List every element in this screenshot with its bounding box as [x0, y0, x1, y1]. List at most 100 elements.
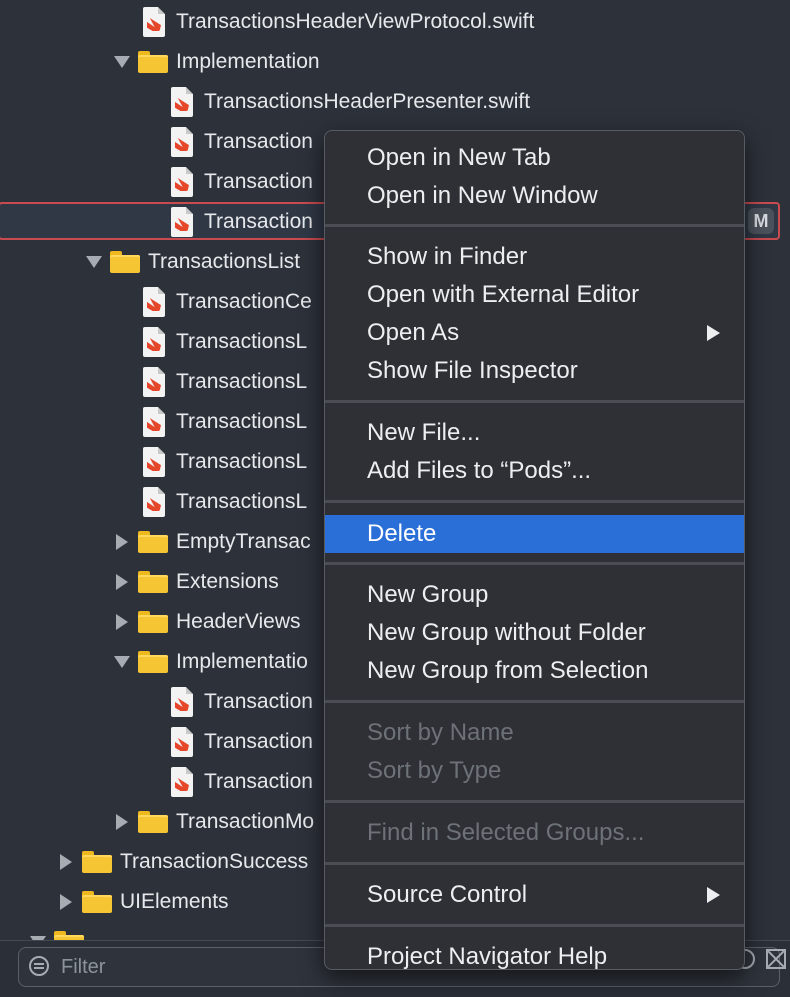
menu-separator: [325, 500, 744, 503]
swift-file-icon: [143, 287, 165, 317]
tree-row-label: HeaderViews: [176, 610, 301, 633]
menu-item-label: Project Navigator Help: [367, 943, 608, 970]
tree-row-label: Transaction: [204, 730, 313, 753]
swift-file-icon: [171, 167, 193, 197]
folder-icon: [110, 251, 140, 273]
menu-item-sort-by-type: Sort by Type: [325, 752, 744, 790]
tree-row-label: TransactionsL: [176, 370, 308, 393]
menu-item-new-group-from-selection[interactable]: New Group from Selection: [325, 652, 744, 690]
menu-separator: [325, 924, 744, 927]
menu-item-show-file-inspector[interactable]: Show File Inspector: [325, 352, 744, 390]
swift-file-icon: [143, 487, 165, 517]
swift-file-icon: [171, 127, 193, 157]
submenu-arrow-icon: [707, 887, 720, 903]
disclosure-open-icon[interactable]: [86, 256, 102, 268]
menu-item-label: Find in Selected Groups...: [367, 819, 645, 846]
swift-file-icon: [143, 327, 165, 357]
menu-item-label: Open with External Editor: [367, 281, 640, 308]
tree-row-file[interactable]: TransactionsHeaderViewProtocol.swift: [0, 2, 790, 42]
folder-icon: [138, 611, 168, 633]
disclosure-closed-icon[interactable]: [116, 574, 128, 590]
menu-item-label: New Group: [367, 581, 489, 608]
swift-file-icon: [171, 687, 193, 717]
swift-file-icon: [171, 727, 193, 757]
menu-item-label: New File...: [367, 419, 481, 446]
tree-row-label: TransactionsL: [176, 490, 308, 513]
folder-icon: [82, 851, 112, 873]
menu-item-open-in-new-window[interactable]: Open in New Window: [325, 177, 744, 215]
tree-row-label: Transaction: [204, 770, 313, 793]
disclosure-closed-icon[interactable]: [116, 534, 128, 550]
swift-file-icon: [171, 207, 193, 237]
menu-item-show-in-finder[interactable]: Show in Finder: [325, 238, 744, 276]
tree-row-label: TransactionsHeaderViewProtocol.swift: [176, 10, 535, 33]
tree-row-label: Implementatio: [176, 650, 308, 673]
swift-file-icon: [171, 767, 193, 797]
filter-placeholder: Filter: [61, 956, 106, 978]
menu-item-label: New Group from Selection: [367, 657, 649, 684]
swift-file-icon: [171, 87, 193, 117]
modified-badge: M: [748, 208, 774, 234]
menu-item-label: Sort by Name: [367, 719, 514, 746]
menu-item-new-group-without-folder[interactable]: New Group without Folder: [325, 614, 744, 652]
tree-row-folder[interactable]: Implementation: [0, 42, 790, 82]
disclosure-closed-icon[interactable]: [60, 894, 72, 910]
menu-separator: [325, 800, 744, 803]
tree-row-label: TransactionMo: [176, 810, 315, 833]
folder-icon: [82, 891, 112, 913]
disclosure-open-icon[interactable]: [114, 56, 130, 68]
folder-icon: [138, 571, 168, 593]
menu-item-label: Source Control: [367, 881, 528, 908]
folder-icon: [54, 931, 84, 940]
folder-icon: [138, 651, 168, 673]
tree-row-label: Transaction: [204, 130, 313, 153]
submenu-arrow-icon: [707, 325, 720, 341]
menu-item-source-control[interactable]: Source Control: [325, 876, 744, 914]
tree-row-label: EmptyTransac: [176, 530, 311, 553]
menu-item-label: Delete: [367, 520, 437, 547]
menu-item-project-navigator-help[interactable]: Project Navigator Help: [325, 938, 744, 970]
menu-item-label: Open in New Tab: [367, 144, 551, 171]
menu-item-new-file[interactable]: New File...: [325, 414, 744, 452]
menu-separator: [325, 700, 744, 703]
folder-icon: [138, 531, 168, 553]
menu-separator: [325, 862, 744, 865]
menu-item-label: Add Files to “Pods”...: [367, 457, 592, 484]
menu-item-open-as[interactable]: Open As: [325, 314, 744, 352]
tree-row-label: TransactionsHeaderPresenter.swift: [204, 90, 531, 113]
tree-row-label: Implementation: [176, 50, 320, 73]
scm-filter-icon[interactable]: [766, 949, 786, 969]
disclosure-closed-icon[interactable]: [60, 854, 72, 870]
tree-row-label: TransactionSuccess: [120, 850, 309, 873]
disclosure-closed-icon[interactable]: [116, 814, 128, 830]
menu-item-delete[interactable]: Delete: [325, 515, 744, 553]
swift-file-icon: [143, 367, 165, 397]
menu-separator: [325, 400, 744, 403]
tree-row-label: TransactionsList: [148, 250, 301, 273]
swift-file-icon: [143, 7, 165, 37]
filter-icon: [29, 956, 49, 976]
swift-file-icon: [143, 447, 165, 477]
tree-row-label: UIElements: [120, 890, 229, 913]
tree-row-label: TransactionsL: [176, 450, 308, 473]
tree-row-label: TransactionsL: [176, 330, 308, 353]
tree-row-label: TransactionCe: [176, 290, 312, 313]
disclosure-open-icon[interactable]: [114, 656, 130, 668]
menu-item-sort-by-name: Sort by Name: [325, 714, 744, 752]
menu-item-open-in-new-tab[interactable]: Open in New Tab: [325, 139, 744, 177]
menu-item-new-group[interactable]: New Group: [325, 576, 744, 614]
menu-item-label: Open in New Window: [367, 182, 598, 209]
context-menu: Open in New Tab Open in New Window Show …: [324, 130, 745, 970]
tree-row-file[interactable]: TransactionsHeaderPresenter.swift: [0, 82, 790, 122]
menu-item-find-in-selected-groups: Find in Selected Groups...: [325, 814, 744, 852]
folder-icon: [138, 811, 168, 833]
menu-item-label: Show in Finder: [367, 243, 528, 270]
menu-item-open-with-external-editor[interactable]: Open with External Editor: [325, 276, 744, 314]
menu-item-label: Show File Inspector: [367, 357, 578, 384]
menu-item-label: New Group without Folder: [367, 619, 646, 646]
menu-item-add-files-to-pods[interactable]: Add Files to “Pods”...: [325, 452, 744, 490]
tree-row-label: Extensions: [176, 570, 279, 593]
disclosure-closed-icon[interactable]: [116, 614, 128, 630]
tree-row-label: Transaction: [204, 210, 313, 233]
swift-file-icon: [143, 407, 165, 437]
